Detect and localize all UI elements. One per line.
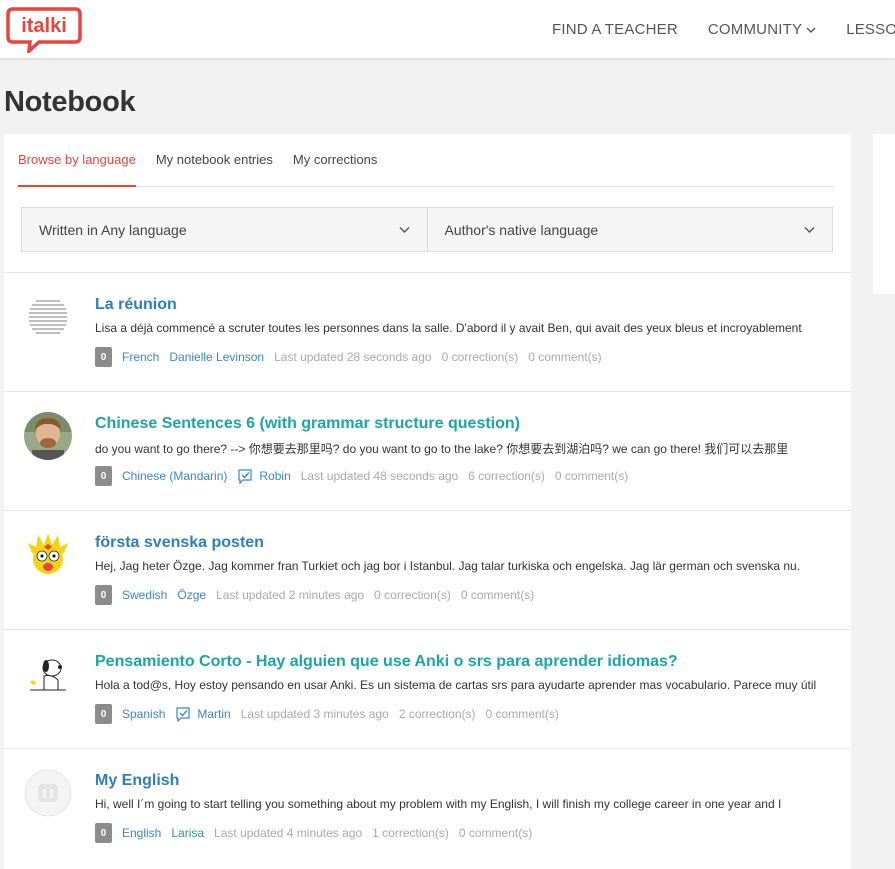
written-in-language-value: Written in Any language — [39, 221, 187, 238]
entry-title-link[interactable]: La réunion — [95, 296, 177, 314]
native-language-value: Author's native language — [444, 221, 599, 238]
entry-excerpt: Hej, Jag heter Özge. Jag kommer fran Tur… — [95, 559, 801, 573]
entry-title-link[interactable]: Pensamiento Corto - Hay alguien que use … — [95, 653, 678, 671]
entry-title-link[interactable]: första svenska posten — [95, 534, 264, 552]
notebook-entry: Pensamiento Corto - Hay alguien que use … — [4, 629, 851, 748]
entry-updated: Last updated 2 minutes ago — [216, 588, 365, 602]
entry-excerpt: Lisa a déjà commencé a scruter toutes le… — [95, 321, 802, 335]
chevron-down-icon — [399, 227, 409, 233]
written-in-language-select[interactable]: Written in Any language — [21, 207, 428, 252]
notebook-entry: Chinese Sentences 6 (with grammar struct… — [4, 391, 851, 510]
notebook-entry: första svenska posten Hej, Jag heter Özg… — [4, 510, 851, 629]
entry-author-link[interactable]: Robin — [259, 469, 290, 483]
entry-excerpt: Hi, well I´m going to start telling you … — [95, 797, 782, 811]
avatar[interactable] — [24, 531, 72, 579]
entry-meta: 0 French Danielle Levinson Last updated … — [95, 347, 612, 367]
level-badge: 0 — [95, 585, 112, 605]
entry-meta: 0 Chinese (Mandarin) Robin Last updated … — [95, 466, 638, 486]
logo-text: italki — [21, 15, 67, 37]
main-nav: FIND A TEACHER COMMUNITY LESSONS — [552, 0, 895, 58]
entry-language-link[interactable]: Chinese (Mandarin) — [122, 469, 227, 483]
chevron-down-icon — [806, 27, 816, 33]
tab-my-notebook-entries[interactable]: My notebook entries — [156, 134, 273, 187]
entry-updated: Last updated 28 seconds ago — [274, 350, 432, 364]
level-badge: 0 — [95, 704, 112, 724]
entry-updated: Last updated 4 minutes ago — [214, 826, 363, 840]
notebook-tabs: Browse by language My notebook entries M… — [18, 134, 835, 187]
dog-avatar-icon — [24, 650, 72, 698]
entry-author-link[interactable]: Martin — [197, 707, 230, 721]
text-avatar-icon — [24, 293, 72, 341]
level-badge: 0 — [95, 347, 112, 367]
entry-comments: 0 comment(s) — [485, 707, 559, 721]
entry-corrections: 1 correction(s) — [372, 826, 449, 840]
entry-title-link[interactable]: My English — [95, 772, 179, 790]
tab-browse-by-language[interactable]: Browse by language — [18, 134, 136, 187]
entry-corrections: 2 correction(s) — [398, 707, 476, 721]
entry-comments: 0 comment(s) — [528, 350, 602, 364]
entry-comments: 0 comment(s) — [458, 826, 533, 840]
top-navbar: italki FIND A TEACHER COMMUNITY LESSONS — [0, 0, 895, 59]
page-title: Notebook — [4, 86, 136, 118]
side-panel — [873, 134, 895, 294]
entry-comments: 0 comment(s) — [554, 469, 629, 483]
verified-check-icon — [238, 469, 252, 484]
entry-excerpt: Hola a tod@s, Hoy estoy pensando en usar… — [95, 678, 817, 692]
level-badge: 0 — [95, 823, 112, 843]
entry-author-link[interactable]: Danielle Levinson — [169, 350, 264, 364]
entry-meta: 0 Swedish Özge Last updated 2 minutes ag… — [95, 585, 544, 605]
tab-my-corrections[interactable]: My corrections — [293, 134, 378, 187]
notebook-entry: La réunion Lisa a déjà commencé a scrute… — [4, 272, 851, 391]
entry-corrections: 6 correction(s) — [468, 469, 545, 483]
default-avatar-icon — [24, 769, 72, 817]
chevron-down-icon — [804, 227, 815, 233]
filter-bar: Written in Any language Author's native … — [21, 207, 833, 252]
avatar[interactable] — [24, 293, 72, 341]
nav-community[interactable]: COMMUNITY — [708, 21, 816, 38]
entry-meta: 0 English Larisa Last updated 4 minutes … — [95, 823, 542, 843]
avatar[interactable] — [24, 769, 72, 817]
entry-meta: 0 Spanish Martin Last updated 3 minutes … — [95, 704, 569, 724]
entry-language-link[interactable]: French — [122, 350, 159, 364]
entry-comments: 0 comment(s) — [460, 588, 535, 602]
entry-language-link[interactable]: English — [122, 826, 161, 840]
entry-excerpt: do you want to go there? --> 你想要去那里吗? do… — [95, 442, 789, 456]
notebook-entry: My English Hi, well I´m going to start t… — [4, 748, 851, 867]
nav-find-a-teacher[interactable]: FIND A TEACHER — [552, 21, 678, 38]
avatar[interactable] — [24, 412, 72, 460]
native-language-select[interactable]: Author's native language — [427, 207, 833, 252]
entry-author-link[interactable]: Özge — [177, 588, 206, 602]
entry-updated: Last updated 48 seconds ago — [300, 469, 459, 483]
avatar[interactable] — [24, 650, 72, 698]
entry-title-link[interactable]: Chinese Sentences 6 (with grammar struct… — [95, 415, 520, 433]
entry-updated: Last updated 3 minutes ago — [240, 707, 389, 721]
entry-author-link[interactable]: Larisa — [171, 826, 204, 840]
notebook-entry-list: La réunion Lisa a déjà commencé a scrute… — [4, 272, 851, 867]
entry-language-link[interactable]: Spanish — [122, 707, 165, 721]
photo-avatar-icon — [24, 412, 72, 460]
cartoon-avatar-icon — [24, 531, 72, 579]
entry-language-link[interactable]: Swedish — [122, 588, 167, 602]
entry-corrections: 0 correction(s) — [441, 350, 519, 364]
verified-check-icon — [176, 707, 190, 722]
entry-corrections: 0 correction(s) — [374, 588, 451, 602]
notebook-card: Browse by language My notebook entries M… — [4, 134, 851, 869]
italki-logo[interactable]: italki — [5, 5, 83, 53]
nav-lessons[interactable]: LESSONS — [846, 21, 895, 38]
level-badge: 0 — [95, 466, 112, 486]
